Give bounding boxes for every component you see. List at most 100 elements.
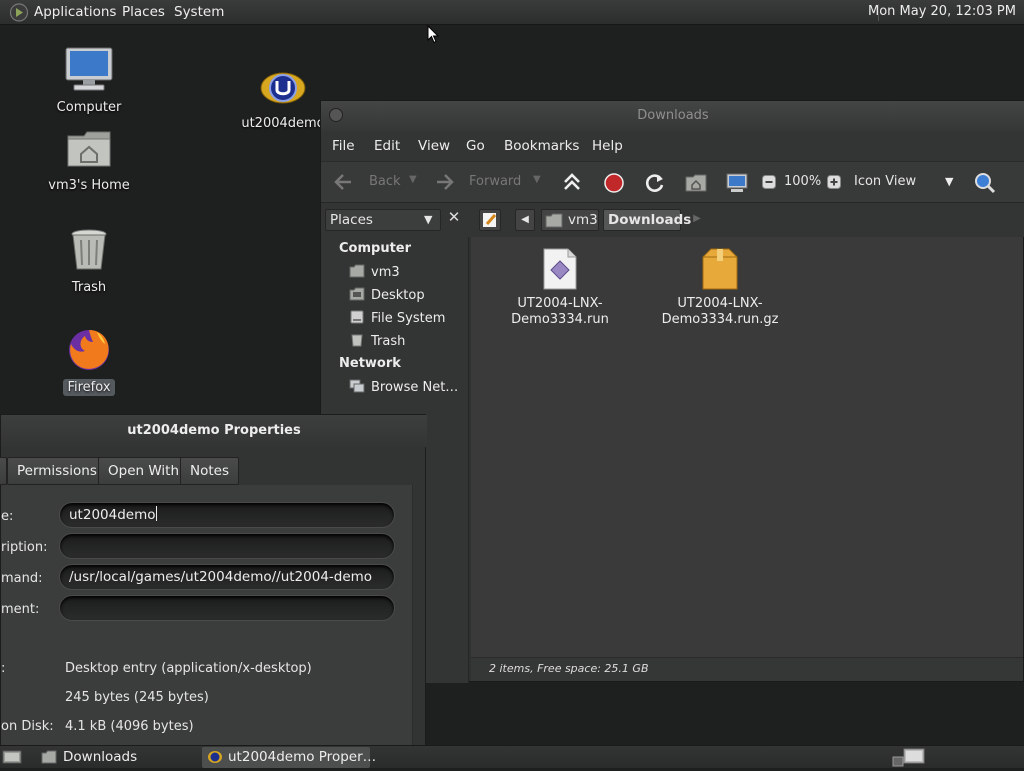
bottom-panel: Downloads ut2004demo Proper… [0, 745, 1024, 768]
file-name: UT2004-LNX- [677, 296, 763, 311]
file-item[interactable]: UT2004-LNX- Demo3334.run.gz [655, 247, 785, 328]
reload-icon [646, 174, 664, 192]
toolbar: Back ▼ Forward ▼ 100% Icon View ▼ [321, 161, 1024, 203]
gnome-foot-icon[interactable] [9, 3, 29, 22]
home-button[interactable] [685, 173, 707, 197]
file-name: Demo3334.run.gz [661, 312, 779, 327]
breadcrumb-left-button[interactable]: ◀ [515, 209, 535, 231]
dialog-titlebar[interactable]: ut2004demo Properties [1, 415, 427, 447]
sidebar-item-label: vm3 [371, 265, 400, 280]
zoom-level[interactable]: 100% [784, 174, 821, 189]
close-sidebar-button[interactable]: ✕ [445, 208, 463, 230]
show-desktop-button[interactable] [2, 748, 22, 766]
close-icon: ✕ [447, 208, 461, 226]
sidebar-item-trash[interactable]: Trash [349, 333, 405, 349]
menu-go[interactable]: Go [466, 138, 485, 154]
command-label: mand: [1, 571, 43, 586]
forward-arrow-icon [435, 173, 455, 195]
command-field[interactable]: /usr/local/games/ut2004demo//ut2004-demo [59, 564, 395, 590]
menubar: File Edit View Go Bookmarks Help [321, 131, 1024, 161]
size-on-disk-value: 4.1 kB (4096 bytes) [65, 719, 194, 734]
desktop-icon-label: Firefox [63, 379, 115, 396]
zoom-in-icon [827, 175, 841, 189]
taskbar-item-downloads[interactable]: Downloads [37, 747, 197, 768]
reload-button[interactable] [644, 172, 666, 198]
desktop-folder-icon [349, 287, 365, 301]
status-bar: 2 items, Free space: 25.1 GB [471, 657, 1023, 681]
location-bar: Places ▼ ✕ ◀ vm3 Downloads ▶ [321, 203, 1024, 237]
up-button[interactable] [561, 172, 583, 198]
toggle-location-entry-button[interactable] [479, 209, 501, 231]
desktop-icon-computer[interactable]: Computer [34, 46, 144, 116]
sidebar-item-desktop[interactable]: Desktop [349, 287, 425, 303]
sidebar-item-label: Trash [371, 334, 406, 349]
ut2004-icon [258, 72, 308, 112]
system-menu[interactable]: System [174, 4, 224, 20]
top-panel: Applications Places System Mon May 20, 1… [0, 0, 1024, 25]
menu-view[interactable]: View [418, 138, 450, 154]
type-value: Desktop entry (application/x-desktop) [65, 661, 312, 676]
desktop-icon-trash[interactable]: Trash [34, 228, 144, 296]
computer-button[interactable] [726, 172, 748, 198]
breadcrumb-right-button[interactable]: ▶ [687, 209, 707, 231]
workspace-switcher-icon [892, 748, 925, 767]
properties-panel: e: ut2004demo ription: mand: /usr/local/… [1, 485, 413, 747]
sidebar-heading-network: Network [339, 356, 401, 371]
description-label: ription: [1, 540, 48, 555]
tab-notes[interactable]: Notes [180, 457, 239, 485]
view-mode-value: Icon View [854, 174, 917, 189]
zoom-out-icon [762, 175, 776, 189]
search-button[interactable] [973, 171, 997, 199]
breadcrumb-item-downloads[interactable]: Downloads [603, 209, 691, 231]
menu-bookmarks[interactable]: Bookmarks [504, 138, 579, 154]
edit-pencil-icon [483, 213, 497, 227]
computer-icon [726, 173, 748, 192]
breadcrumb-item-vm3[interactable]: vm3 [541, 209, 599, 231]
tab-basic[interactable] [0, 457, 7, 485]
menu-file[interactable]: File [332, 138, 355, 154]
comment-field[interactable] [59, 595, 395, 621]
dialog-title: ut2004demo Properties [127, 423, 301, 438]
tab-permissions[interactable]: Permissions [7, 457, 107, 485]
window-menu-button[interactable] [329, 108, 343, 122]
window-title: Downloads [637, 108, 709, 123]
file-item[interactable]: UT2004-LNX- Demo3334.run [495, 247, 625, 328]
drive-icon [350, 310, 364, 324]
desktop-icon-home[interactable]: vm3's Home [34, 128, 144, 194]
search-icon [975, 173, 996, 194]
chevron-left-icon: ◀ [521, 214, 529, 225]
sidebar-item-file-system[interactable]: File System [349, 310, 445, 326]
applications-menu[interactable]: Applications [34, 4, 116, 20]
description-field[interactable] [59, 533, 395, 559]
view-mode-select[interactable]: Icon View ▼ [849, 172, 963, 194]
taskbar-item-properties[interactable]: ut2004demo Proper… [202, 747, 376, 768]
desktop-icon-firefox[interactable]: Firefox [34, 326, 144, 396]
firefox-icon [65, 330, 113, 376]
menu-edit[interactable]: Edit [374, 138, 400, 154]
zoom-out-button[interactable] [762, 175, 776, 193]
name-field[interactable]: ut2004demo [59, 502, 395, 528]
forward-button[interactable]: Forward ▼ [433, 172, 543, 194]
back-button[interactable]: Back ▼ [331, 172, 425, 194]
workspace-switcher[interactable] [892, 748, 928, 767]
sidebar-item-vm3[interactable]: vm3 [349, 264, 400, 280]
places-selector[interactable]: Places ▼ [325, 209, 441, 231]
zoom-in-button[interactable] [827, 175, 841, 193]
name-field-value: ut2004demo [69, 507, 156, 523]
clock[interactable]: Mon May 20, 12:03 PM [868, 4, 1016, 19]
places-menu[interactable]: Places [122, 4, 165, 20]
archive-file-icon [700, 248, 740, 295]
tab-open-with[interactable]: Open With [98, 457, 190, 485]
sidebar-item-label: Desktop [371, 288, 425, 303]
back-history-dropdown-icon[interactable]: ▼ [409, 174, 417, 185]
sidebar-item-label: File System [371, 311, 446, 326]
home-folder-icon [349, 264, 365, 278]
stop-button[interactable] [603, 172, 625, 198]
sidebar-item-browse-network[interactable]: Browse Net… [349, 379, 458, 395]
window-titlebar[interactable]: Downloads [321, 101, 1024, 131]
breadcrumb-label: vm3 [568, 212, 598, 228]
forward-history-dropdown-icon[interactable]: ▼ [533, 174, 541, 185]
menu-help[interactable]: Help [592, 138, 623, 154]
back-label: Back [369, 174, 401, 189]
desktop-icon-label: Trash [71, 280, 107, 295]
